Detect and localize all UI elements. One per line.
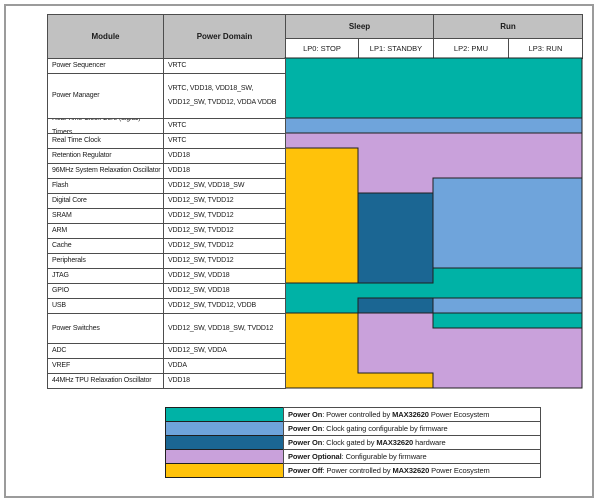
legend-text-segment: Power Optional: [288, 450, 342, 464]
column-header-lp3-run: LP3: RUN: [508, 38, 583, 59]
domain-cell: VDD12_SW, TVDD12, VDDB: [163, 298, 286, 314]
domain-cell: VDD12_SW, TVDD12: [163, 253, 286, 269]
column-header-lp2-pmu: LP2: PMU: [433, 38, 509, 59]
module-cell: Flash: [47, 178, 164, 194]
module-cell: Power Switches: [47, 313, 164, 344]
domain-cell: VDD12_SW, VDD18_SW: [163, 178, 286, 194]
module-cell: Real Time Clock Core (digital) Timers: [47, 118, 164, 134]
module-cell: USB: [47, 298, 164, 314]
domain-cell: VDD12_SW, TVDD12: [163, 223, 286, 239]
domain-cell: VDD12_SW, VDDA: [163, 343, 286, 359]
legend-swatch-on_clock_gated_hw: [165, 435, 284, 450]
module-cell: Retention Regulator: [47, 148, 164, 164]
domain-cell: VDD12_SW, TVDD12: [163, 238, 286, 254]
module-cell: 44MHz TPU Relaxation Oscillator: [47, 373, 164, 389]
module-cell: VREF: [47, 358, 164, 374]
domain-cell: VRTC, VDD18, VDD18_SW, VDD12_SW, TVDD12,…: [163, 73, 286, 119]
domain-cell: VDDA: [163, 358, 286, 374]
column-group-header-sleep: Sleep: [285, 14, 434, 39]
legend-label-on_ecosystem: Power On: Power controlled by MAX32620 P…: [283, 407, 541, 422]
domain-cell: VRTC: [163, 118, 286, 134]
region-on_clock_gating_fw: [285, 118, 582, 133]
module-cell: Power Sequencer: [47, 58, 164, 74]
region-on_clock_gating_fw: [433, 298, 582, 313]
region-off_ecosystem: [285, 148, 358, 283]
module-cell: 96MHz System Relaxation Oscillator: [47, 163, 164, 179]
power-modes-figure: Module Power Domain Sleep Run LP0: STOP …: [0, 0, 600, 503]
domain-cell: VDD18: [163, 373, 286, 389]
legend-text-segment: : Power controlled by: [322, 408, 392, 422]
module-cell: GPIO: [47, 283, 164, 299]
power-state-matrix: [285, 58, 582, 388]
module-cell: ARM: [47, 223, 164, 239]
module-cell: Cache: [47, 238, 164, 254]
legend-text-segment: : Configurable by firmware: [342, 450, 427, 464]
module-cell: Peripherals: [47, 253, 164, 269]
domain-cell: VDD12_SW, VDD18: [163, 268, 286, 284]
domain-cell: VDD18: [163, 163, 286, 179]
domain-cell: VRTC: [163, 133, 286, 149]
column-header-lp1-standby: LP1: STANDBY: [358, 38, 434, 59]
domain-cell: VRTC: [163, 58, 286, 74]
domain-cell: VDD18: [163, 148, 286, 164]
region-on_clock_gated_hw: [358, 193, 433, 283]
domain-cell: VDD12_SW, TVDD12: [163, 193, 286, 209]
legend-text-segment: Power On: [288, 408, 322, 422]
legend-text-segment: : Power controlled by: [323, 464, 393, 478]
legend-swatch-on_ecosystem: [165, 407, 284, 422]
legend-text-segment: MAX32620: [376, 436, 413, 450]
legend-text-segment: hardware: [413, 436, 445, 450]
region-on_clock_gated_hw: [358, 298, 433, 313]
legend-text-segment: : Clock gating configurable by firmware: [322, 422, 447, 436]
column-header-module: Module: [47, 14, 164, 59]
legend-text-segment: : Clock gated by: [322, 436, 376, 450]
legend-text-segment: MAX32620: [392, 464, 429, 478]
legend-label-off_ecosystem: Power Off: Power controlled by MAX32620 …: [283, 463, 541, 478]
legend-text-segment: Power Ecosystem: [429, 408, 490, 422]
legend-swatch-optional_fw: [165, 449, 284, 464]
domain-cell: VDD12_SW, TVDD12: [163, 208, 286, 224]
region-on_ecosystem: [433, 313, 582, 328]
legend-label-optional_fw: Power Optional: Configurable by firmware: [283, 449, 541, 464]
domain-cell: VDD12_SW, VDD18_SW, TVDD12: [163, 313, 286, 344]
legend-text-segment: MAX32620: [392, 408, 429, 422]
region-on_clock_gating_fw: [433, 178, 582, 268]
module-cell: Real Time Clock: [47, 133, 164, 149]
module-cell: Digital Core: [47, 193, 164, 209]
legend-text-segment: Power Ecosystem: [429, 464, 490, 478]
legend-label-on_clock_gating_fw: Power On: Clock gating configurable by f…: [283, 421, 541, 436]
column-header-lp0-stop: LP0: STOP: [285, 38, 359, 59]
module-cell: Power Manager: [47, 73, 164, 119]
column-header-power-domain: Power Domain: [163, 14, 286, 59]
region-on_ecosystem: [285, 58, 582, 118]
module-cell: JTAG: [47, 268, 164, 284]
legend-swatch-off_ecosystem: [165, 463, 284, 478]
legend-text-segment: Power Off: [288, 464, 323, 478]
legend-swatch-on_clock_gating_fw: [165, 421, 284, 436]
module-cell: SRAM: [47, 208, 164, 224]
legend-text-segment: Power On: [288, 422, 322, 436]
legend-label-on_clock_gated_hw: Power On: Clock gated by MAX32620 hardwa…: [283, 435, 541, 450]
legend-text-segment: Power On: [288, 436, 322, 450]
module-cell: ADC: [47, 343, 164, 359]
domain-cell: VDD12_SW, VDD18: [163, 283, 286, 299]
column-group-header-run: Run: [433, 14, 583, 39]
